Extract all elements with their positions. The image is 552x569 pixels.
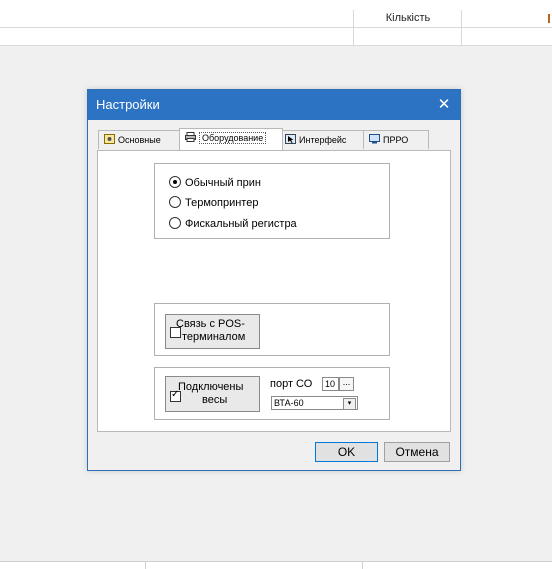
radio-button [169, 217, 181, 229]
printer-type-group: Обычный прин Термопринтер Фискальный рег… [154, 163, 390, 239]
scales-model-select[interactable]: ВТА-60 ▾ [271, 396, 358, 410]
tab-label: Интерфейс [299, 135, 347, 145]
settings-dialog: Настройки ✕ Основные Оборудование Интерф… [87, 89, 461, 471]
column-header-marker [548, 14, 550, 23]
scales-model-value: ВТА-60 [274, 398, 304, 408]
close-button[interactable]: ✕ [428, 90, 460, 120]
port-input[interactable]: 10 [322, 377, 339, 391]
dialog-titlebar: Настройки ✕ [88, 90, 460, 120]
column-divider [461, 10, 462, 46]
radio-thermal-printer[interactable]: Термопринтер [169, 196, 258, 210]
cursor-icon [285, 134, 296, 144]
radio-regular-printer[interactable]: Обычный прин [169, 176, 261, 190]
tab-label: ПРРО [383, 135, 409, 145]
tab-equipment[interactable]: Оборудование [179, 128, 283, 150]
column-divider [353, 10, 354, 46]
settings-icon [104, 134, 115, 144]
scales-label-line2: весы [202, 394, 228, 406]
port-browse-button[interactable]: ... [339, 377, 354, 391]
pos-label-line1: Связь с POS- [176, 318, 245, 330]
radio-label: Термопринтер [185, 197, 259, 209]
radio-button [169, 196, 181, 208]
printer-icon [185, 132, 196, 142]
dropdown-arrow-icon: ▾ [343, 398, 356, 410]
background-table: Кількість [0, 0, 552, 46]
port-label: порт СО [270, 378, 313, 390]
column-header-quantity[interactable]: Кількість [355, 12, 461, 24]
ok-button[interactable]: OK [315, 442, 378, 462]
scales-label-line1: Подключены [178, 381, 244, 393]
pos-terminal-group: Связь с POS- терминалом [154, 303, 390, 356]
pos-terminal-checkbox[interactable]: Связь с POS- терминалом [165, 314, 260, 349]
radio-label: Фискальный регистра [185, 218, 297, 230]
tab-interface[interactable]: Интерфейс [279, 130, 367, 149]
tab-general[interactable]: Основные [98, 130, 180, 149]
monitor-icon [369, 134, 380, 144]
table-row [0, 28, 552, 46]
radio-label: Обычный прин [185, 177, 261, 189]
close-icon: ✕ [437, 96, 451, 113]
radio-button [169, 176, 181, 188]
dialog-title: Настройки [96, 97, 160, 112]
scales-group: Подключены весы порт СО 10 ... ВТА-60 ▾ [154, 367, 390, 420]
tab-prro[interactable]: ПРРО [363, 130, 429, 149]
tab-panel-equipment: Обычный прин Термопринтер Фискальный рег… [97, 150, 451, 432]
pos-label-line2: терминалом [182, 331, 246, 343]
radio-fiscal-register[interactable]: Фискальный регистра [169, 217, 297, 231]
cancel-button[interactable]: Отмена [384, 442, 450, 462]
scales-checkbox[interactable]: Подключены весы [165, 376, 260, 412]
tab-label: Основные [118, 135, 161, 145]
table-header-row [0, 10, 552, 28]
tab-label: Оборудование [199, 132, 267, 144]
